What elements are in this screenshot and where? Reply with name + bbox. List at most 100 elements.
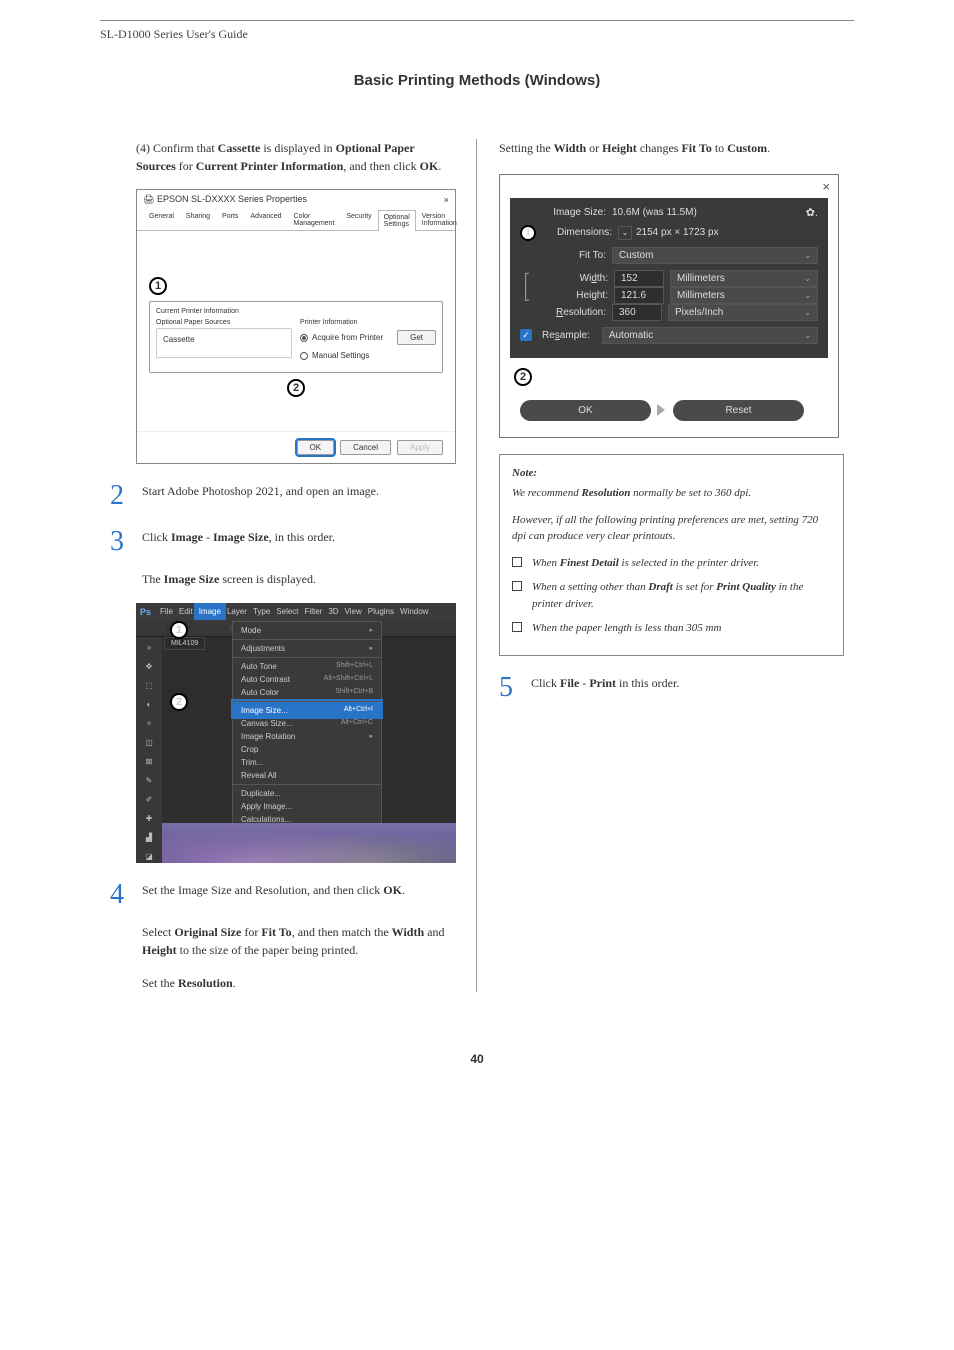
menu-item[interactable]: Image Size...Alt+Ctrl+I — [233, 701, 381, 717]
menubar-item[interactable]: Plugins — [365, 605, 397, 618]
menu-item[interactable]: Crop — [233, 743, 381, 756]
resolution-field[interactable]: 360 — [612, 304, 662, 321]
menu-item[interactable]: Reveal All — [233, 769, 381, 782]
height-unit-select[interactable]: Millimeters⌄ — [670, 287, 818, 304]
resample-checkbox[interactable]: ✓ — [520, 329, 532, 341]
menubar-item[interactable]: Layer — [224, 605, 250, 618]
menubar-item[interactable]: Type — [250, 605, 273, 618]
healing-tool-icon[interactable]: ✚ — [140, 812, 158, 825]
dialog-tab[interactable]: General — [143, 209, 180, 230]
step-3: 3 Click Image - Image Size, in this orde… — [110, 528, 454, 556]
menu-item[interactable]: Image Rotation▸ — [233, 730, 381, 743]
dialog-titlebar: 🖨 EPSON SL-DXXXX Series Properties × — [137, 190, 455, 209]
link-icon[interactable]: ⎡⎣ — [520, 273, 534, 301]
two-column-layout: (4) Confirm that Cassette is displayed i… — [100, 139, 854, 992]
resample-label: Resample: — [542, 330, 590, 341]
move-tool-icon[interactable]: ✥ — [140, 660, 158, 673]
menu-item[interactable]: Canvas Size...Alt+Ctrl+C — [233, 717, 381, 730]
note-bullet-2: When a setting other than Draft is set f… — [512, 579, 831, 612]
photoshop-screenshot: Ps FileEditImageLayerTypeSelectFilter3DV… — [136, 603, 456, 863]
radio-acquire[interactable]: Acquire from Printer Get — [300, 330, 436, 345]
printer-information-heading: Printer Information — [300, 319, 436, 326]
optional-paper-sources-value: Cassette — [156, 328, 292, 358]
close-icon[interactable]: × — [444, 195, 449, 205]
dialog-tab[interactable]: Version Information — [416, 209, 463, 230]
eyedropper-tool-icon[interactable]: ✎ — [140, 774, 158, 787]
step-3-after: The Image Size screen is displayed. — [142, 570, 454, 589]
height-field[interactable]: 121.6 — [614, 287, 664, 304]
stamp-tool-icon[interactable]: ▟ — [140, 831, 158, 844]
dialog-tab[interactable]: Optional Settings — [378, 210, 416, 231]
step-4-text: Set the Image Size and Resolution, and t… — [142, 881, 405, 900]
cancel-button[interactable]: Cancel — [340, 440, 391, 455]
dialog-tab[interactable]: Security — [340, 209, 377, 230]
wand-tool-icon[interactable]: ✧ — [140, 717, 158, 730]
menu-item[interactable]: Auto ContrastAlt+Shift+Ctrl+L — [233, 673, 381, 686]
step-5-number: 5 — [499, 674, 519, 702]
menubar-item[interactable]: File — [157, 605, 176, 618]
frame-tool-icon[interactable]: ⊠ — [140, 755, 158, 768]
menubar-item[interactable]: 3D — [325, 605, 341, 618]
square-bullet-icon — [512, 622, 522, 632]
menubar-item[interactable]: View — [342, 605, 365, 618]
step-3-text: Click Image - Image Size, in this order. — [142, 528, 335, 547]
step-4-p2: Select Original Size for Fit To, and the… — [142, 923, 454, 960]
menu-item[interactable]: Adjustments▸ — [233, 639, 381, 655]
gear-icon[interactable]: ✿. — [806, 206, 818, 219]
chevron-right-icon[interactable]: » — [140, 641, 158, 654]
image-size-value: 10.6M (was 11.5M) — [612, 207, 800, 218]
resolution-unit-select[interactable]: Pixels/Inch⌄ — [668, 304, 818, 321]
marquee-tool-icon[interactable]: ⬚ — [140, 679, 158, 692]
step-5: 5 Click File - Print in this order. — [499, 674, 844, 702]
note-p1: We recommend Resolution normally be set … — [512, 485, 831, 502]
menubar-item[interactable]: Window — [397, 605, 431, 618]
crop-tool-icon[interactable]: ◫ — [140, 736, 158, 749]
dialog-tab[interactable]: Color Management — [288, 209, 341, 230]
fit-to-select[interactable]: Custom⌄ — [612, 247, 818, 264]
radio-manual[interactable]: Manual Settings — [300, 351, 436, 360]
header-doc-title: SL-D1000 Series User's Guide — [100, 20, 854, 42]
resample-select[interactable]: Automatic⌄ — [602, 327, 818, 344]
ps-logo-icon: Ps — [140, 607, 151, 617]
note-p2: However, if all the following printing p… — [512, 512, 831, 545]
ok-button[interactable]: OK — [297, 440, 335, 455]
brush-tool-icon[interactable]: ✐ — [140, 793, 158, 806]
menu-item[interactable]: Trim... — [233, 756, 381, 769]
menubar-item[interactable]: Filter — [302, 605, 326, 618]
callout-2: 2 — [287, 379, 305, 397]
dialog-tab[interactable]: Ports — [216, 209, 244, 230]
ps-menubar: Ps FileEditImageLayerTypeSelectFilter3DV… — [136, 603, 456, 621]
dialog-body: 1 Current Printer Information Optional P… — [137, 231, 455, 431]
dialog-title: 🖨 EPSON SL-DXXXX Series Properties — [143, 194, 307, 205]
left-column: (4) Confirm that Cassette is displayed i… — [100, 139, 477, 992]
menubar-item[interactable]: Edit — [176, 605, 196, 618]
dialog-tabs: GeneralSharingPortsAdvancedColor Managem… — [137, 209, 455, 231]
dialog-tab[interactable]: Sharing — [180, 209, 216, 230]
ok-button[interactable]: OK — [520, 400, 651, 421]
menu-item[interactable]: Auto ToneShift+Ctrl+L — [233, 657, 381, 673]
ps-tools-panel: » ✥ ⬚ ◐ ✧ ◫ ⊠ ✎ ✐ ✚ ▟ ◪ — [136, 637, 162, 863]
eraser-tool-icon[interactable]: ◪ — [140, 850, 158, 863]
width-unit-select[interactable]: Millimeters⌄ — [670, 270, 818, 287]
menu-item[interactable]: Mode▸ — [233, 624, 381, 637]
callout-2: 2 — [514, 368, 532, 386]
step-4-p3: Set the Resolution. — [142, 974, 454, 993]
close-icon[interactable]: × — [500, 175, 838, 198]
menu-item[interactable]: Auto ColorShift+Ctrl+B — [233, 686, 381, 699]
menu-item[interactable]: Duplicate... — [233, 784, 381, 800]
chevron-down-icon[interactable]: ⌄ — [618, 226, 632, 240]
right-column: Setting the Width or Height changes Fit … — [477, 139, 854, 992]
lasso-tool-icon[interactable]: ◐ — [140, 698, 158, 711]
menubar-item[interactable]: Image — [196, 605, 224, 618]
step-4-number: 4 — [110, 881, 130, 909]
apply-button[interactable]: Apply — [397, 440, 443, 455]
reset-button[interactable]: Reset — [673, 400, 804, 421]
menu-item[interactable]: Apply Image... — [233, 800, 381, 813]
dimensions-value: 2154 px × 1723 px — [636, 227, 719, 238]
image-size-label: Image Size: — [520, 207, 606, 218]
get-button[interactable]: Get — [397, 330, 436, 345]
menubar-item[interactable]: Select — [273, 605, 301, 618]
dialog-tab[interactable]: Advanced — [244, 209, 287, 230]
image-size-dialog: × Image Size: 10.6M (was 11.5M) ✿. 1 Dim… — [499, 174, 839, 438]
width-field[interactable]: 152 — [614, 270, 664, 287]
